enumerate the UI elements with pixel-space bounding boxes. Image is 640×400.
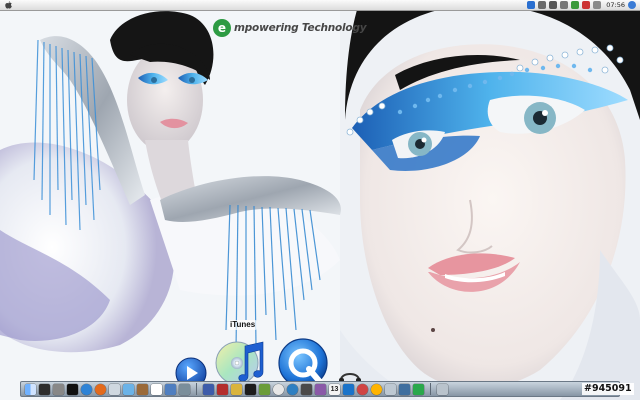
menu-bar: 07:56 — [0, 0, 640, 11]
ichat-icon[interactable] — [123, 383, 134, 395]
flag-icon[interactable] — [582, 1, 591, 9]
safari-icon[interactable] — [81, 383, 92, 395]
app-icon[interactable] — [203, 383, 214, 395]
app-icon[interactable] — [259, 383, 270, 395]
battery-icon[interactable] — [571, 1, 580, 9]
post-id-watermark: #945091 — [582, 383, 634, 395]
photo-icon[interactable] — [179, 383, 190, 395]
app-icon[interactable] — [245, 383, 256, 395]
terminal-icon[interactable] — [67, 383, 78, 395]
iphoto-icon[interactable] — [165, 383, 176, 395]
app-icon[interactable] — [399, 383, 410, 395]
firefox-icon[interactable] — [95, 383, 106, 395]
app-icon[interactable] — [413, 383, 424, 395]
dock-bar: 13 — [20, 381, 620, 397]
dock-separator — [196, 383, 197, 395]
app-icon[interactable] — [231, 383, 242, 395]
brand-logo-letter: e — [218, 21, 226, 35]
menu-extras: 07:56 — [527, 0, 636, 10]
app-icon[interactable] — [287, 383, 298, 395]
brand-text: mpowering Technology — [234, 22, 367, 34]
address-book-icon[interactable] — [137, 383, 148, 395]
apple-icon[interactable] — [4, 0, 13, 10]
dock-tooltip: iTunes — [228, 320, 258, 330]
bluetooth-icon[interactable] — [527, 1, 536, 9]
app-icon[interactable] — [315, 383, 326, 395]
app-icon[interactable] — [371, 383, 382, 395]
brand-logo-icon: e — [213, 19, 231, 37]
app-icon[interactable] — [217, 383, 228, 395]
app-icon[interactable] — [301, 383, 312, 395]
mail-icon[interactable] — [109, 383, 120, 395]
document-icon[interactable] — [151, 383, 162, 395]
dashboard-icon[interactable] — [39, 383, 50, 395]
brand-watermark: e mpowering Technology — [212, 17, 367, 39]
dock-separator — [430, 383, 431, 395]
app-icon[interactable] — [343, 383, 354, 395]
wifi-icon[interactable] — [549, 1, 558, 9]
system-preferences-icon[interactable] — [53, 383, 64, 395]
trash-icon[interactable] — [437, 383, 448, 395]
app-icon[interactable] — [357, 383, 368, 395]
calendar-icon[interactable]: 13 — [329, 383, 340, 395]
finder-icon[interactable] — [25, 383, 36, 395]
app-icon[interactable] — [385, 383, 396, 395]
menu-clock[interactable]: 07:56 — [606, 0, 625, 10]
time-machine-icon[interactable] — [538, 1, 547, 9]
app-icon[interactable] — [273, 383, 284, 395]
volume-icon[interactable] — [560, 1, 569, 9]
spotlight-icon[interactable] — [628, 1, 636, 9]
user-icon[interactable] — [593, 1, 602, 9]
